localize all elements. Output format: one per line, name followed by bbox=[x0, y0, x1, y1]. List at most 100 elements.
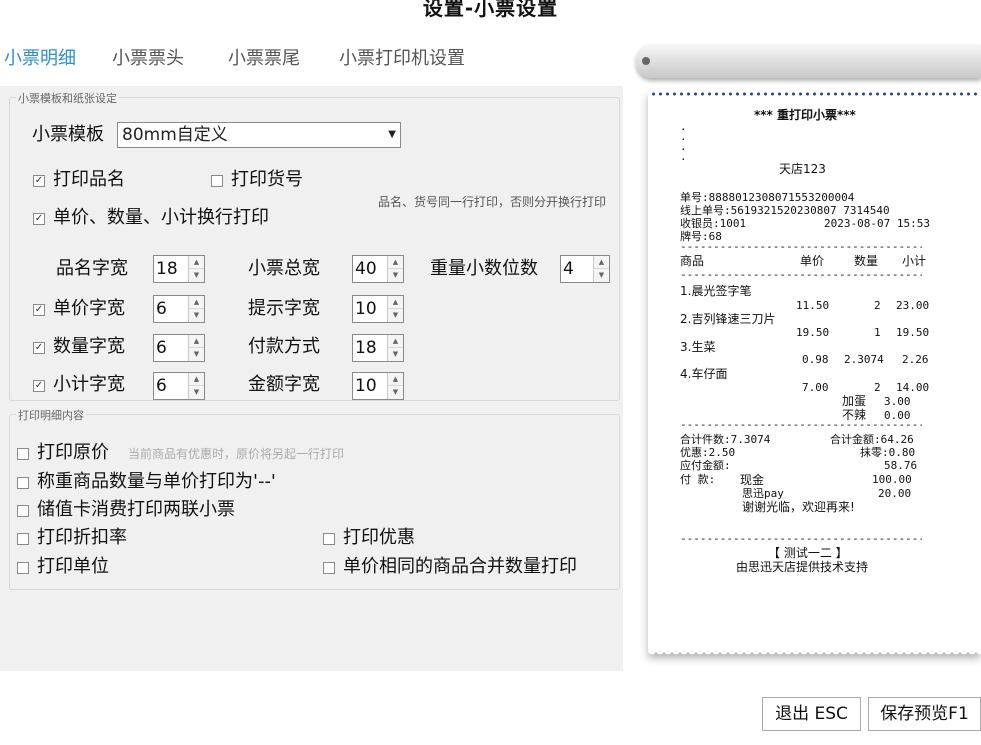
weight-decimals-label: 重量小数位数 bbox=[430, 258, 538, 279]
roll-dot-icon bbox=[642, 57, 650, 65]
perforation-line bbox=[650, 92, 981, 96]
spin-down-icon[interactable]: ▼ bbox=[189, 309, 204, 322]
receipt-total-amount: 合计金额:64.26 bbox=[830, 433, 914, 446]
amount-width-label: 金额字宽 bbox=[248, 374, 320, 395]
subtotal-width-checkbox[interactable]: ✓ bbox=[33, 380, 45, 392]
receipt-pay-method: 思迅pay bbox=[742, 487, 784, 500]
receipt-total-count: 合计件数:7.3074 bbox=[680, 433, 771, 446]
chevron-down-icon: ▼ bbox=[388, 129, 396, 140]
print-original-price-label: 打印原价 bbox=[37, 442, 109, 463]
detail-group: 打印明细内容 打印原价 当前商品有优惠时，原价将另起一行打印 称重商品数量与单价… bbox=[9, 407, 620, 590]
receipt-separator: ----------------------------------------… bbox=[680, 270, 922, 280]
hint-width-stepper[interactable]: 10 ▲ ▼ bbox=[352, 295, 404, 323]
receipt-item-price: 7.00 bbox=[802, 381, 829, 394]
receipt-item-qty: 2 bbox=[874, 381, 881, 394]
spin-up-icon[interactable]: ▲ bbox=[388, 335, 403, 348]
amount-width-stepper[interactable]: 10 ▲ ▼ bbox=[352, 372, 404, 400]
print-sku-label: 打印货号 bbox=[231, 169, 303, 190]
print-promotion-label: 打印优惠 bbox=[343, 527, 415, 548]
receipt-item-subtotal: 14.00 bbox=[896, 381, 930, 394]
tear-edge bbox=[648, 650, 981, 658]
print-sku-checkbox[interactable] bbox=[211, 175, 223, 187]
spin-down-icon[interactable]: ▼ bbox=[189, 386, 204, 399]
print-unit-checkbox[interactable] bbox=[17, 562, 29, 574]
receipt-item-name: 2.吉列锋速三刀片 bbox=[680, 312, 776, 326]
spin-down-icon[interactable]: ▼ bbox=[189, 348, 204, 361]
qty-width-stepper[interactable]: 6 ▲ ▼ bbox=[153, 334, 205, 362]
receipt-extra-value: 3.00 bbox=[884, 395, 911, 408]
receipt-order-no: 单号:8888012308071553200004 bbox=[680, 191, 855, 204]
receipt-head-subtotal: 小计 bbox=[902, 254, 927, 268]
qty-width-checkbox[interactable]: ✓ bbox=[33, 342, 45, 354]
spin-up-icon[interactable]: ▲ bbox=[189, 296, 204, 309]
name-width-stepper[interactable]: 18 ▲ ▼ bbox=[153, 255, 205, 283]
receipt-pay-label: 付 款: bbox=[680, 473, 716, 486]
receipt-extra-name: 加蛋 bbox=[842, 394, 867, 408]
receipt-blank-line: · bbox=[680, 153, 687, 166]
spin-up-icon[interactable]: ▲ bbox=[388, 256, 403, 269]
receipt-item-subtotal: 2.26 bbox=[902, 353, 929, 366]
receipt-item-subtotal: 23.00 bbox=[896, 299, 930, 312]
receipt-separator: ----------------------------------------… bbox=[680, 242, 922, 252]
subtotal-width-value: 6 bbox=[156, 376, 167, 396]
receipt-pay-amount: 20.00 bbox=[878, 487, 912, 500]
receipt-head-qty: 数量 bbox=[854, 254, 879, 268]
spin-up-icon[interactable]: ▲ bbox=[594, 256, 609, 269]
receipt-item-name: 1.晨光签字笔 bbox=[680, 284, 752, 298]
spin-up-icon[interactable]: ▲ bbox=[189, 335, 204, 348]
receipt-item-price: 0.98 bbox=[802, 353, 829, 366]
spin-up-icon[interactable]: ▲ bbox=[388, 373, 403, 386]
spin-down-icon[interactable]: ▼ bbox=[388, 348, 403, 361]
spin-up-icon[interactable]: ▲ bbox=[189, 373, 204, 386]
print-promotion-checkbox[interactable] bbox=[323, 533, 335, 545]
weight-decimals-stepper[interactable]: 4 ▲ ▼ bbox=[560, 255, 610, 283]
merge-same-price-checkbox[interactable] bbox=[323, 562, 335, 574]
subtotal-width-stepper[interactable]: 6 ▲ ▼ bbox=[153, 372, 205, 400]
exit-button[interactable]: 退出 ESC bbox=[762, 697, 861, 731]
weighted-dash-label: 称重商品数量与单价打印为'--' bbox=[37, 471, 276, 492]
spin-up-icon[interactable]: ▲ bbox=[189, 256, 204, 269]
tab-receipt-header[interactable]: 小票票头 bbox=[112, 44, 184, 70]
wrap-price-checkbox[interactable]: ✓ bbox=[33, 213, 45, 225]
window-title: 设置-小票设置 bbox=[422, 0, 559, 20]
spin-down-icon[interactable]: ▼ bbox=[388, 269, 403, 282]
spin-down-icon[interactable]: ▼ bbox=[388, 386, 403, 399]
paper-roll bbox=[636, 44, 981, 78]
receipt-footer-store: 【 测试一二 】 bbox=[768, 546, 848, 560]
spin-up-icon[interactable]: ▲ bbox=[388, 296, 403, 309]
print-name-checkbox[interactable]: ✓ bbox=[33, 175, 45, 187]
tab-receipt-detail[interactable]: 小票明细 bbox=[4, 44, 76, 70]
detail-group-legend: 打印明细内容 bbox=[16, 407, 86, 423]
price-width-stepper[interactable]: 6 ▲ ▼ bbox=[153, 295, 205, 323]
price-width-value: 6 bbox=[156, 299, 167, 319]
template-group-legend: 小票模板和纸张设定 bbox=[16, 90, 119, 106]
total-width-stepper[interactable]: 40 ▲ ▼ bbox=[352, 255, 404, 283]
tab-printer-settings[interactable]: 小票打印机设置 bbox=[339, 44, 465, 70]
template-select[interactable]: 80mm自定义 ▼ bbox=[117, 122, 401, 148]
print-discount-rate-label: 打印折扣率 bbox=[37, 527, 127, 548]
payment-width-stepper[interactable]: 18 ▲ ▼ bbox=[352, 334, 404, 362]
receipt-payable: 58.76 bbox=[884, 459, 918, 472]
tab-receipt-footer[interactable]: 小票票尾 bbox=[228, 44, 300, 70]
save-preview-button[interactable]: 保存预览F1 bbox=[868, 697, 981, 731]
receipt-title: *** 重打印小票*** bbox=[754, 108, 856, 122]
print-discount-rate-checkbox[interactable] bbox=[17, 533, 29, 545]
spin-down-icon[interactable]: ▼ bbox=[594, 269, 609, 282]
spin-down-icon[interactable]: ▼ bbox=[388, 309, 403, 322]
receipt-item-qty: 1 bbox=[874, 326, 881, 339]
template-select-value: 80mm自定义 bbox=[122, 125, 228, 145]
spin-down-icon[interactable]: ▼ bbox=[189, 269, 204, 282]
stored-card-two-label: 储值卡消费打印两联小票 bbox=[37, 499, 235, 520]
receipt-head-price: 单价 bbox=[800, 254, 825, 268]
merge-same-price-label: 单价相同的商品合并数量打印 bbox=[343, 556, 577, 577]
receipt-footer-support: 由思迅天店提供技术支持 bbox=[736, 560, 869, 574]
wrap-price-label: 单价、数量、小计换行打印 bbox=[53, 207, 269, 228]
total-width-value: 40 bbox=[355, 259, 377, 279]
weighted-dash-checkbox[interactable] bbox=[17, 477, 29, 489]
receipt-item-price: 19.50 bbox=[796, 326, 830, 339]
price-width-checkbox[interactable]: ✓ bbox=[33, 304, 45, 316]
template-group: 小票模板和纸张设定 小票模板 80mm自定义 ▼ ✓ 打印品名 打印货号 品名、… bbox=[9, 90, 620, 401]
qty-width-value: 6 bbox=[156, 338, 167, 358]
print-original-price-checkbox[interactable] bbox=[17, 448, 29, 460]
stored-card-two-checkbox[interactable] bbox=[17, 505, 29, 517]
